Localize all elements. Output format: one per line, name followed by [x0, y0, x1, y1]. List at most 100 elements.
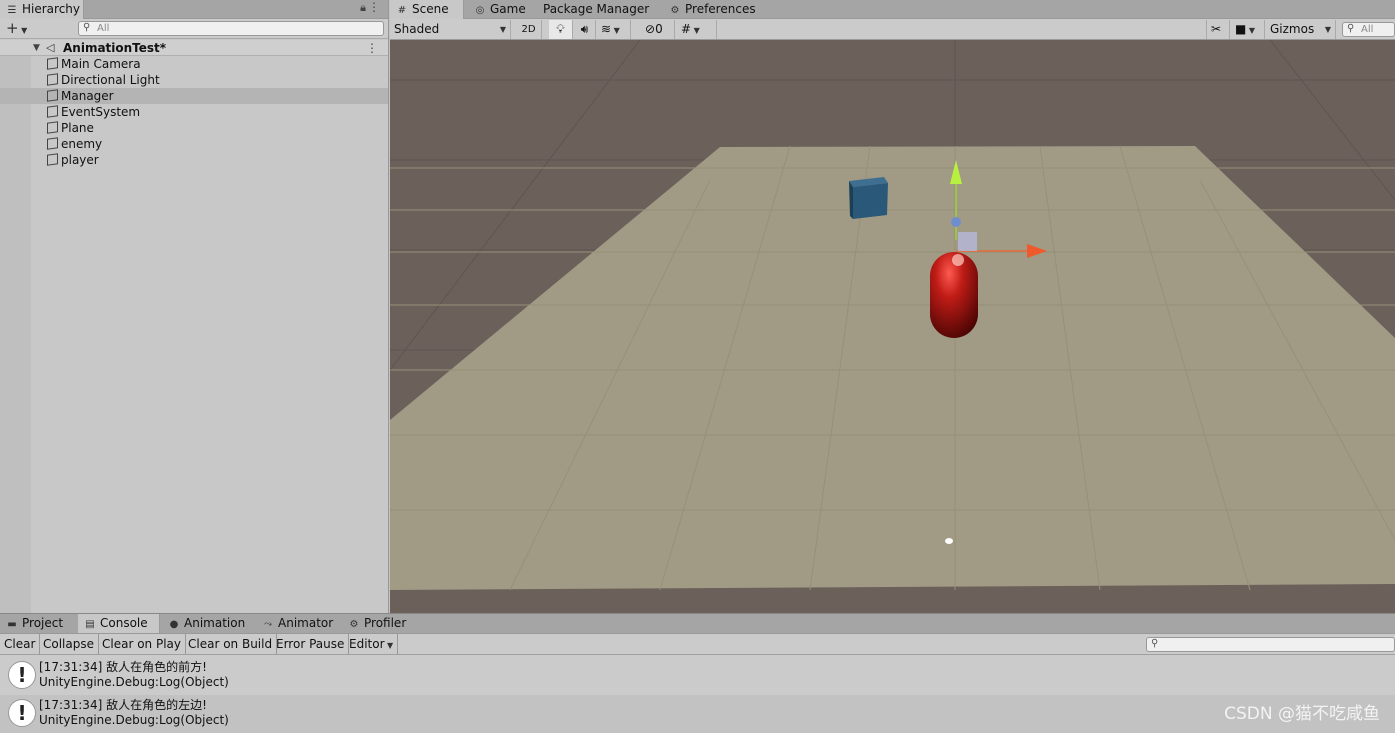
editor-dropdown[interactable]: Editor ▼ — [345, 634, 399, 655]
tab-profiler-label: Profiler — [364, 616, 407, 630]
camera-dropdown[interactable]: ■ ▼ — [1231, 20, 1265, 39]
hierarchy-item-label: Directional Light — [61, 73, 160, 87]
eye-slash-icon: ⊘ — [645, 22, 656, 36]
tab-animation-label: Animation — [184, 616, 246, 630]
grid-snap-dropdown[interactable]: # ▼ — [677, 20, 717, 39]
hierarchy-item[interactable]: Manager — [0, 88, 388, 104]
plane-handle[interactable] — [958, 232, 977, 251]
search-icon: ⚲ — [1347, 23, 1355, 34]
hierarchy-item[interactable]: EventSystem — [31, 104, 388, 120]
enemy-cube[interactable] — [849, 177, 888, 219]
hierarchy-item[interactable]: Directional Light — [31, 72, 388, 88]
z-axis-handle[interactable] — [951, 217, 961, 227]
gameobject-cube-icon — [47, 73, 58, 86]
scene-root-row[interactable]: ▼ ◁ AnimationTest* ⋮ — [0, 40, 388, 56]
tab-console-label: Console — [100, 616, 148, 630]
console-search-input[interactable]: ⚲ — [1146, 637, 1395, 652]
tab-scene[interactable]: # Scene — [390, 0, 464, 19]
unity-logo-icon: ◁ — [46, 41, 55, 54]
hierarchy-item-label: player — [61, 153, 99, 167]
audio-toggle-icon[interactable]: 🔊︎ — [574, 20, 596, 39]
gameobject-cube-icon — [47, 105, 58, 118]
hierarchy-panel: ☰ Hierarchy 🔒︎ ⋮ + ▼ ⚲ All ▼ ◁ AnimationTe… — [0, 0, 389, 613]
tab-hierarchy[interactable]: ☰ Hierarchy — [0, 0, 84, 19]
hidden-count: 0 — [655, 22, 663, 36]
shading-mode-dropdown[interactable]: Shaded ▼ — [390, 20, 511, 39]
log-entry[interactable]: ! [17:31:34] 敌人在角色的前方! UnityEngine.Debug… — [0, 657, 1395, 695]
console-panel: ▬ Project ▤ Console ● Animation ⤳ Animator ⚙… — [0, 613, 1395, 733]
scene-view-canvas[interactable] — [390, 40, 1395, 613]
search-icon: ⚲ — [1151, 638, 1159, 649]
tab-package-manager[interactable]: Package Manager — [537, 0, 655, 19]
tab-game-label: Game — [490, 2, 526, 16]
console-icon: ▤ — [85, 619, 95, 630]
scene-name: AnimationTest* — [63, 41, 167, 55]
chevron-down-icon: ▼ — [499, 25, 506, 34]
hierarchy-item-label: Plane — [61, 121, 94, 135]
scene-panel: # Scene ◎ Game Package Manager ⚙ Preference… — [390, 0, 1395, 613]
gameobject-cube-icon — [47, 89, 58, 102]
scene-floor-edge — [390, 590, 1395, 613]
clock-icon: ● — [169, 619, 179, 630]
editor-label: Editor — [349, 637, 385, 651]
camera-pivot-icon — [945, 538, 953, 544]
hidden-objects-button[interactable]: ⊘0 — [641, 20, 675, 39]
scene-viewport[interactable] — [390, 40, 1395, 613]
player-capsule[interactable] — [930, 252, 978, 338]
clear-button[interactable]: Clear — [0, 634, 41, 655]
tab-package-manager-label: Package Manager — [543, 2, 650, 16]
2d-toggle-button[interactable]: 2D — [516, 20, 542, 39]
tab-animator[interactable]: ⤳ Animator — [256, 614, 339, 633]
scene-toolbar: Shaded ▼ 2D 💡︎ 🔊︎ ≋ ▼ ⊘0 # ▼ ✂︎ ■ ▼ Gizm… — [390, 19, 1395, 40]
lock-icon[interactable]: 🔒︎ — [360, 1, 366, 15]
tab-scene-label: Scene — [412, 2, 449, 16]
tab-animator-label: Animator — [278, 616, 334, 630]
hierarchy-gutter — [0, 56, 31, 613]
tab-game[interactable]: ◎ Game — [468, 0, 532, 19]
tab-animation[interactable]: ● Animation — [162, 614, 251, 633]
hierarchy-item[interactable]: Plane — [31, 120, 388, 136]
tab-console[interactable]: ▤ Console — [78, 614, 160, 633]
tab-profiler[interactable]: ⚙ Profiler — [342, 614, 412, 633]
scene-search-placeholder: All — [1361, 24, 1374, 35]
log-entry-text: [17:31:34] 敌人在角色的左边! UnityEngine.Debug:L… — [39, 698, 229, 728]
camera-icon: ■ — [1235, 22, 1247, 36]
log-message: [17:31:34] 敌人在角色的前方! — [39, 660, 207, 674]
scene-tabbar: # Scene ◎ Game Package Manager ⚙ Preference… — [390, 0, 1395, 19]
hierarchy-item[interactable]: player — [31, 152, 388, 168]
menu-icon[interactable]: ⋮ — [368, 0, 380, 14]
console-toolbar: Clear Collapse Clear on Play Clear on Bu… — [0, 634, 1395, 655]
error-pause-button[interactable]: Error Pause — [272, 634, 350, 655]
scene-menu-icon[interactable]: ⋮ — [366, 40, 378, 56]
gizmos-dropdown[interactable]: Gizmos ▼ — [1266, 20, 1336, 39]
gizmos-label: Gizmos — [1270, 22, 1315, 36]
hierarchy-search-placeholder: All — [97, 23, 110, 34]
gameobject-cube-icon — [47, 153, 58, 166]
hierarchy-item[interactable]: Main Camera — [31, 56, 388, 72]
hierarchy-item-label: Manager — [61, 89, 114, 103]
collapse-button[interactable]: Collapse — [39, 634, 99, 655]
console-tabbar: ▬ Project ▤ Console ● Animation ⤳ Animator ⚙… — [0, 614, 1395, 634]
grid-icon: # — [397, 5, 407, 16]
search-icon: ⚲ — [83, 22, 91, 33]
clear-on-play-button[interactable]: Clear on Play — [98, 634, 186, 655]
lighting-toggle-icon[interactable]: 💡︎ — [549, 20, 573, 39]
create-button[interactable]: + ▼ — [6, 19, 27, 40]
gear-icon: ⚙ — [670, 5, 680, 16]
hierarchy-item[interactable]: enemy — [31, 136, 388, 152]
log-entry-text: [17:31:34] 敌人在角色的前方! UnityEngine.Debug:L… — [39, 660, 229, 690]
2d-label: 2D — [521, 24, 536, 35]
tab-preferences[interactable]: ⚙ Preferences — [663, 0, 762, 19]
tab-project[interactable]: ▬ Project — [0, 614, 69, 633]
hierarchy-list: Main Camera Directional Light Manager Event… — [0, 56, 388, 613]
clear-on-build-button[interactable]: Clear on Build — [184, 634, 278, 655]
gameobject-cube-icon — [47, 121, 58, 134]
effects-dropdown-icon[interactable]: ≋ ▼ — [597, 20, 631, 39]
scene-search-input[interactable]: ⚲ All — [1342, 22, 1395, 37]
tab-hierarchy-label: Hierarchy — [22, 2, 81, 16]
foldout-arrow-icon[interactable]: ▼ — [33, 40, 40, 56]
tools-icon[interactable]: ✂︎ — [1206, 20, 1230, 39]
hierarchy-item-label: EventSystem — [61, 105, 141, 119]
log-entry[interactable]: ! [17:31:34] 敌人在角色的左边! UnityEngine.Debug… — [0, 695, 1395, 733]
hierarchy-search-input[interactable]: ⚲ All — [78, 21, 384, 36]
